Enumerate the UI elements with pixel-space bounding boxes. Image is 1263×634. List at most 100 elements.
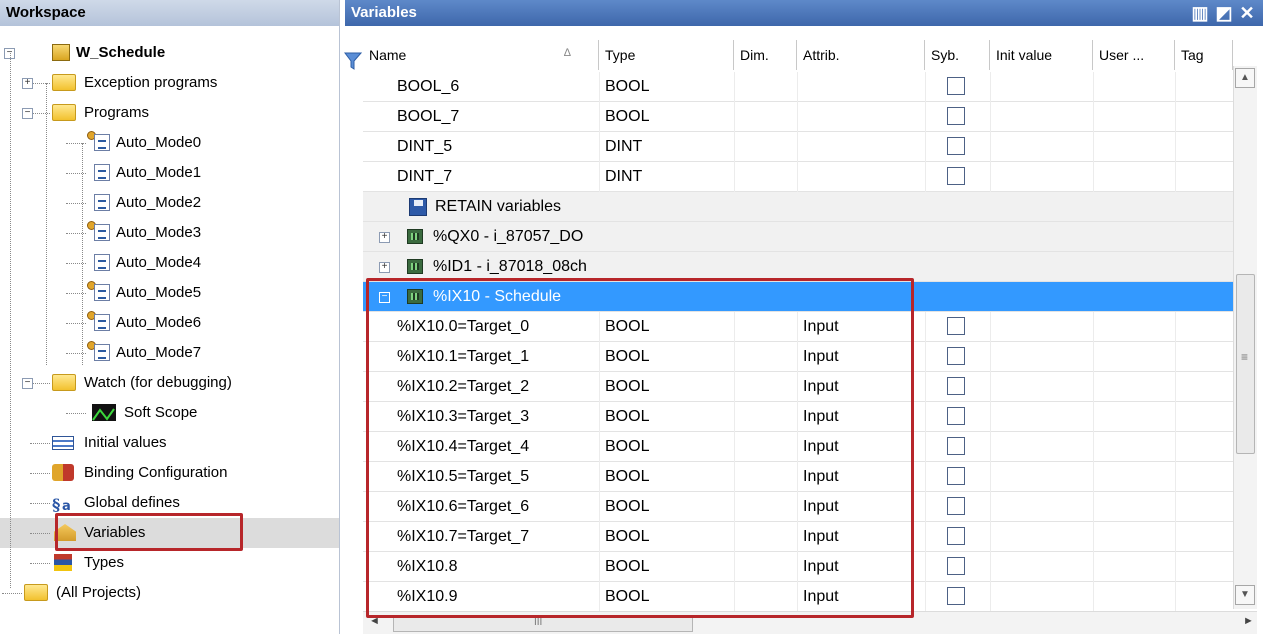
scroll-thumb[interactable]: ≡ [1236, 274, 1255, 454]
group-row[interactable]: + %QX0 - i_87057_DO [363, 222, 1233, 252]
column-divider [1093, 492, 1094, 522]
symbol-checkbox[interactable] [947, 137, 965, 155]
column-header-tag[interactable]: Tag [1175, 40, 1233, 70]
tree-item-label: Auto_Mode4 [116, 254, 202, 271]
tree-item-types[interactable]: Types [0, 548, 339, 578]
tree-item-auto-mode0[interactable]: Auto_Mode0 [0, 128, 339, 158]
column-divider [925, 462, 926, 492]
table-row[interactable]: DINT_7 DINT [363, 162, 1233, 192]
symbol-checkbox[interactable] [947, 317, 965, 335]
column-divider [1093, 462, 1094, 492]
symbol-checkbox[interactable] [947, 557, 965, 575]
tree-item-label: Programs [84, 104, 150, 121]
tree-connector [30, 83, 50, 84]
program-key-icon [94, 134, 110, 151]
scroll-right-button[interactable]: ► [1243, 615, 1254, 627]
group-label: RETAIN variables [435, 198, 561, 215]
column-divider [1175, 462, 1176, 492]
maximize-icon[interactable]: ◩ [1215, 4, 1233, 22]
column-header-user[interactable]: User ... [1093, 40, 1175, 70]
cell-type[interactable]: DINT [599, 132, 642, 162]
tree-connector [30, 113, 50, 114]
table-row[interactable]: DINT_5 DINT [363, 132, 1233, 162]
close-icon[interactable]: ✕ [1238, 4, 1256, 22]
tree-guide-line [82, 143, 83, 365]
table-row[interactable]: BOOL_6 BOOL [363, 72, 1233, 102]
project-icon [52, 44, 70, 61]
column-header-syb[interactable]: Syb. [925, 40, 990, 70]
column-divider [925, 372, 926, 402]
tree-item-auto-mode2[interactable]: Auto_Mode2 [0, 188, 339, 218]
tree-item-auto-mode5[interactable]: Auto_Mode5 [0, 278, 339, 308]
vertical-scrollbar[interactable]: ▲ ≡ ▼ [1233, 66, 1257, 609]
symbol-checkbox[interactable] [947, 167, 965, 185]
tree-item-binding-configuration[interactable]: Binding Configuration [0, 458, 339, 488]
column-divider [797, 132, 798, 162]
cell-type[interactable]: BOOL [599, 102, 649, 132]
scroll-down-button[interactable]: ▼ [1235, 585, 1255, 605]
symbol-checkbox[interactable] [947, 77, 965, 95]
column-divider [1175, 342, 1176, 372]
program-icon [94, 254, 110, 271]
column-divider [925, 432, 926, 462]
symbol-checkbox[interactable] [947, 527, 965, 545]
tree-item-auto-mode4[interactable]: Auto_Mode4 [0, 248, 339, 278]
cell-name[interactable]: BOOL_7 [391, 102, 459, 132]
tree-item-auto-mode3[interactable]: Auto_Mode3 [0, 218, 339, 248]
cell-name[interactable]: DINT_7 [391, 162, 452, 192]
filter-icon[interactable] [344, 52, 362, 70]
collapse-icon[interactable]: − [22, 378, 33, 389]
tree-item-label: Soft Scope [124, 404, 198, 421]
symbol-checkbox[interactable] [947, 467, 965, 485]
column-divider [925, 312, 926, 342]
column-divider [1175, 372, 1176, 402]
cell-name[interactable]: DINT_5 [391, 132, 452, 162]
column-header-attrib[interactable]: Attrib. [797, 40, 925, 70]
symbol-checkbox[interactable] [947, 407, 965, 425]
table-row[interactable]: BOOL_7 BOOL [363, 102, 1233, 132]
cell-type[interactable]: BOOL [599, 72, 649, 102]
symbol-checkbox[interactable] [947, 497, 965, 515]
tree-item-auto-mode6[interactable]: Auto_Mode6 [0, 308, 339, 338]
tree-item-all-projects[interactable]: (All Projects) [0, 578, 339, 608]
dock-icon[interactable]: ▥ [1191, 4, 1209, 22]
tree-item-auto-mode1[interactable]: Auto_Mode1 [0, 158, 339, 188]
column-header-dim[interactable]: Dim. [734, 40, 797, 70]
symbol-checkbox[interactable] [947, 107, 965, 125]
column-divider [925, 162, 926, 192]
expand-icon[interactable]: + [379, 262, 390, 273]
tree-item-soft-scope[interactable]: Soft Scope [0, 398, 339, 428]
column-header-type[interactable]: Type [599, 40, 734, 70]
symbol-checkbox[interactable] [947, 377, 965, 395]
scroll-up-button[interactable]: ▲ [1235, 68, 1255, 88]
column-divider [925, 582, 926, 612]
column-divider [1093, 522, 1094, 552]
expand-icon[interactable]: + [22, 78, 33, 89]
tree-item-w-schedule[interactable]: − W_Schedule [0, 38, 339, 68]
column-divider [1175, 492, 1176, 522]
column-divider [1175, 312, 1176, 342]
column-divider [925, 72, 926, 102]
hscroll-thumb[interactable]: III [393, 616, 693, 632]
tree-item-auto-mode7[interactable]: Auto_Mode7 [0, 338, 339, 368]
column-header-init-value[interactable]: Init value [990, 40, 1093, 70]
cell-name[interactable]: BOOL_6 [391, 72, 459, 102]
io-board-icon [407, 229, 423, 244]
column-divider [990, 372, 991, 402]
symbol-checkbox[interactable] [947, 587, 965, 605]
cell-type[interactable]: DINT [599, 162, 642, 192]
tree-connector [30, 473, 50, 474]
tree-item-watch-for-debugging[interactable]: − Watch (for debugging) [0, 368, 339, 398]
tree-connector [66, 233, 86, 234]
program-key-icon [94, 314, 110, 331]
tree-item-initial-values[interactable]: Initial values [0, 428, 339, 458]
expand-icon[interactable]: + [379, 232, 390, 243]
tree-item-programs[interactable]: − Programs [0, 98, 339, 128]
column-divider [1093, 432, 1094, 462]
symbol-checkbox[interactable] [947, 347, 965, 365]
tree-connector [30, 443, 50, 444]
group-row[interactable]: RETAIN variables [363, 192, 1233, 222]
symbol-checkbox[interactable] [947, 437, 965, 455]
collapse-icon[interactable]: − [22, 108, 33, 119]
tree-item-exception-programs[interactable]: + Exception programs [0, 68, 339, 98]
